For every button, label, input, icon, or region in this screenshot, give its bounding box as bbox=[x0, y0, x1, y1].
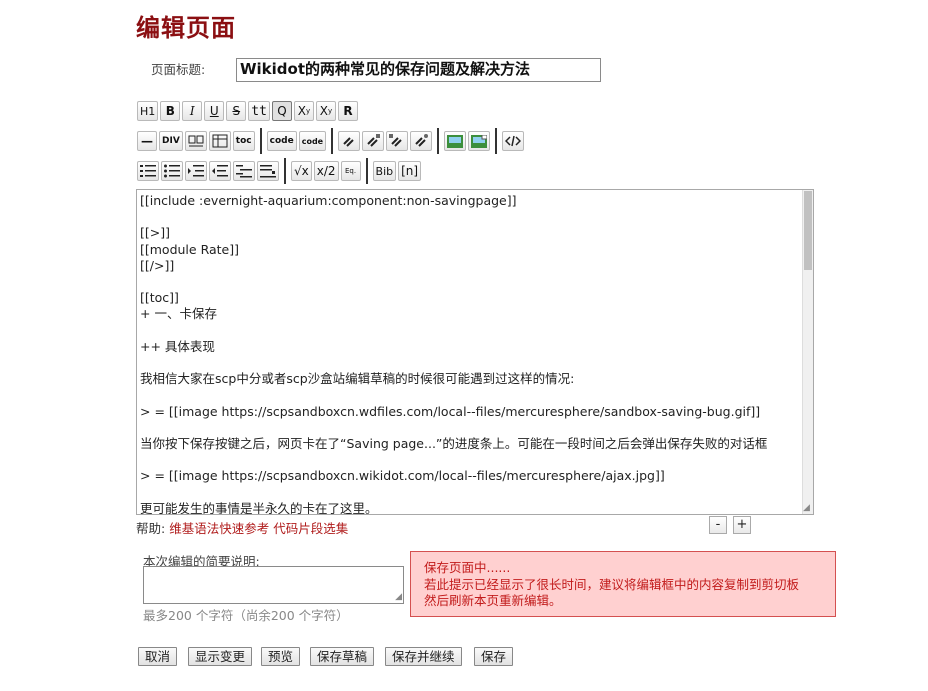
resize-grip-icon[interactable]: ◢ bbox=[803, 504, 812, 513]
resize-grip-icon[interactable]: ◢ bbox=[395, 592, 402, 602]
toolbar-separator bbox=[284, 158, 286, 184]
subscript-label: X bbox=[319, 104, 328, 118]
page-title-input[interactable]: Wikidot的两种常见的保存问题及解决方法 bbox=[236, 58, 601, 82]
toolbar-row-lists: √x x/2 Eq. Bib [n] bbox=[137, 158, 423, 184]
heading-button[interactable]: H1 bbox=[137, 101, 159, 121]
saving-alert: 保存页面中...... 若此提示已经显示了很长时间，建议将编辑框中的内容复制到剪… bbox=[410, 551, 836, 617]
bibliography-button[interactable]: Bib bbox=[372, 161, 397, 181]
definition-list-icon[interactable] bbox=[233, 161, 255, 181]
columns-icon[interactable] bbox=[184, 131, 207, 151]
saving-alert-message: 若此提示已经显示了很长时间，建议将编辑框中的内容复制到剪切板 bbox=[424, 576, 800, 592]
horizontal-rule-button[interactable]: — bbox=[137, 131, 157, 151]
show-diff-button[interactable]: 显示变更 bbox=[188, 647, 253, 666]
underline-button[interactable]: U bbox=[204, 101, 225, 121]
inline-math-button[interactable]: x/2 bbox=[313, 161, 339, 181]
image-icon[interactable] bbox=[444, 131, 467, 151]
toolbar-row-blocks: — DIV toc code code bbox=[137, 128, 526, 154]
indent-icon[interactable] bbox=[185, 161, 207, 181]
cancel-button[interactable]: 取消 bbox=[138, 647, 178, 666]
toolbar-row-format: H1 B I U S tt Q Xy Xy R bbox=[137, 100, 360, 122]
save-draft-button[interactable]: 保存草稿 bbox=[310, 647, 375, 666]
toolbar-separator bbox=[331, 128, 334, 154]
editor-scroll-thumb[interactable] bbox=[804, 191, 812, 270]
code-snippets-link[interactable]: 代码片段选集 bbox=[273, 521, 348, 536]
editor-scrollbar[interactable] bbox=[802, 190, 813, 514]
raw-button[interactable]: R bbox=[337, 101, 358, 121]
source-editor[interactable]: [[include :evernight-aquarium:component:… bbox=[136, 189, 814, 515]
quote-button[interactable]: Q bbox=[271, 101, 292, 121]
anchor-link-icon[interactable] bbox=[410, 131, 433, 151]
link-page-icon[interactable] bbox=[362, 131, 385, 151]
save-button[interactable]: 保存 bbox=[474, 647, 514, 666]
numbered-list-icon[interactable] bbox=[137, 161, 159, 181]
italic-button[interactable]: I bbox=[182, 101, 203, 121]
footnote-list-icon[interactable] bbox=[257, 161, 279, 181]
link-url-icon[interactable] bbox=[386, 131, 409, 151]
table-icon[interactable] bbox=[208, 131, 231, 151]
teletype-button[interactable]: tt bbox=[248, 101, 270, 121]
strikethrough-button[interactable]: S bbox=[226, 101, 247, 121]
page-heading: 编辑页面 bbox=[136, 14, 236, 42]
bold-button[interactable]: B bbox=[160, 101, 181, 121]
math-button[interactable]: √x bbox=[291, 161, 312, 181]
summary-char-limit: 最多200 个字符（尚余200 个字符） bbox=[143, 608, 349, 623]
toolbar-separator bbox=[365, 158, 368, 184]
code-button[interactable]: code bbox=[266, 131, 297, 151]
link-icon[interactable] bbox=[338, 131, 361, 151]
footnote-button[interactable]: [n] bbox=[398, 161, 422, 181]
summary-input[interactable]: ◢ bbox=[143, 566, 404, 604]
shrink-editor-button[interactable]: - bbox=[709, 516, 727, 534]
saving-alert-message-2: 然后刷新本页重新编辑。 bbox=[424, 593, 562, 608]
code-block-button[interactable]: code bbox=[298, 131, 327, 151]
subscript-button[interactable]: Xy bbox=[315, 101, 336, 121]
superscript-label: X bbox=[297, 104, 306, 118]
toolbar-separator bbox=[259, 128, 262, 154]
toolbar-separator bbox=[437, 128, 440, 154]
outdent-icon[interactable] bbox=[209, 161, 231, 181]
wiki-syntax-link[interactable]: 维基语法快速参考 bbox=[169, 521, 269, 536]
preview-button[interactable]: 预览 bbox=[261, 647, 301, 666]
saving-alert-title: 保存页面中...... bbox=[424, 560, 511, 575]
toolbar-separator bbox=[495, 128, 498, 154]
bullet-list-icon[interactable] bbox=[161, 161, 183, 181]
source-editor-text[interactable]: [[include :evernight-aquarium:component:… bbox=[140, 193, 799, 514]
equation-ref-button[interactable]: Eq. bbox=[340, 161, 361, 181]
html-code-icon[interactable] bbox=[502, 131, 525, 151]
help-label: 帮助: bbox=[136, 521, 166, 536]
grow-editor-button[interactable]: + bbox=[733, 516, 751, 534]
superscript-button[interactable]: Xy bbox=[293, 101, 314, 121]
save-continue-button[interactable]: 保存并继续 bbox=[385, 647, 462, 666]
toc-button[interactable]: toc bbox=[232, 131, 255, 151]
image-upload-icon[interactable] bbox=[468, 131, 491, 151]
div-button[interactable]: DIV bbox=[159, 131, 183, 151]
help-line: 帮助: 维基语法快速参考 代码片段选集 bbox=[136, 518, 348, 537]
page-title-label: 页面标题: bbox=[151, 62, 206, 77]
